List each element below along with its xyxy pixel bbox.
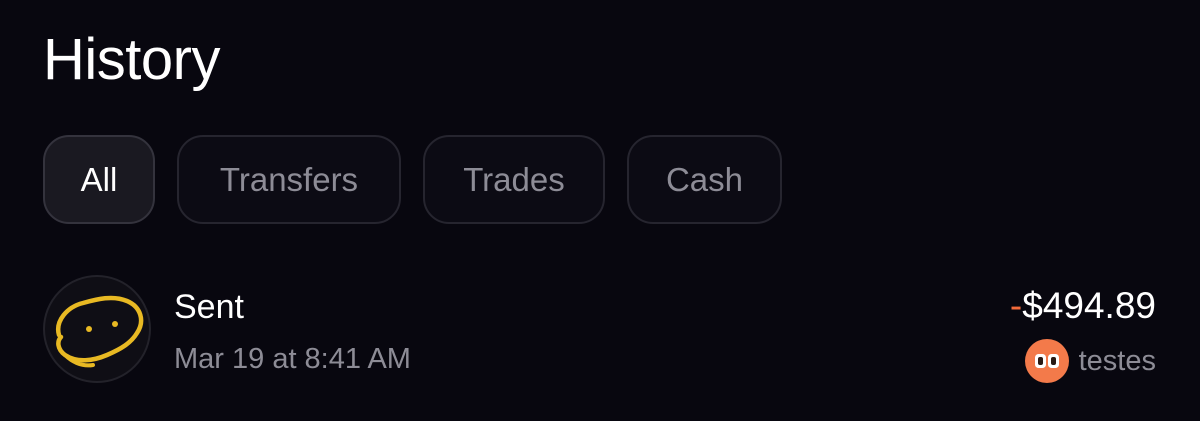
history-page: History All Transfers Trades Cash Sent M… — [0, 0, 1200, 421]
transaction-title: Sent — [174, 288, 244, 326]
tab-transfers[interactable]: Transfers — [177, 135, 401, 224]
tab-trades[interactable]: Trades — [423, 135, 605, 224]
amount-sign: - — [1009, 285, 1023, 326]
recipient-name: testes — [1078, 345, 1156, 377]
transaction-date: Mar 19 at 8:41 AM — [174, 343, 411, 375]
tab-all[interactable]: All — [43, 135, 155, 224]
transaction-row[interactable]: Sent Mar 19 at 8:41 AM -$494.89 testes — [43, 275, 1157, 385]
filter-tabs: All Transfers Trades Cash — [43, 135, 782, 224]
transaction-amount: -$494.89 — [1010, 285, 1156, 327]
amount-value: $494.89 — [1022, 285, 1156, 326]
token-icon — [1024, 339, 1069, 383]
recipient: testes — [1024, 339, 1156, 383]
doodle-face-icon — [43, 275, 151, 383]
tab-cash[interactable]: Cash — [627, 135, 782, 224]
page-title: History — [43, 27, 220, 92]
